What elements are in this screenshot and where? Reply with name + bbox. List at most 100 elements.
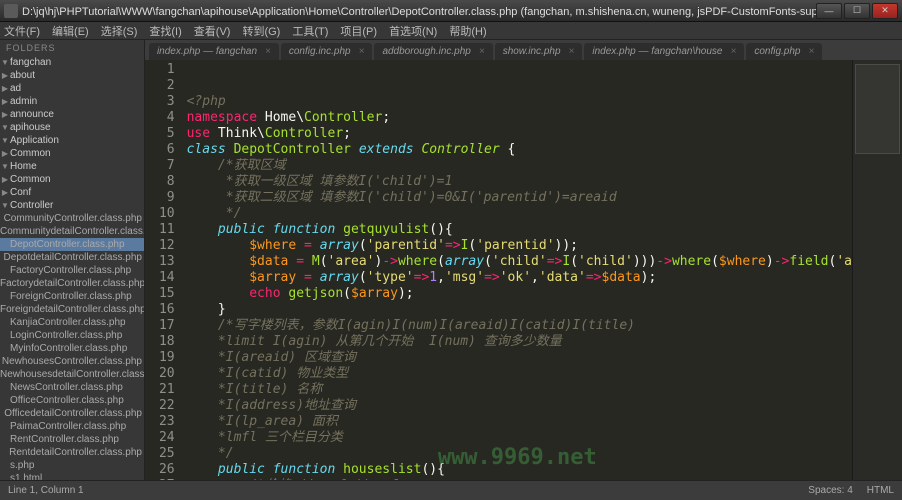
tab-close-icon[interactable]: × <box>730 46 736 57</box>
disclosure-arrow-icon[interactable]: ▼ <box>0 201 10 210</box>
editor-tab[interactable]: addborough.inc.php× <box>374 43 492 60</box>
disclosure-arrow-icon[interactable]: ▼ <box>0 123 10 132</box>
menu-item[interactable]: 查找(I) <box>149 23 181 39</box>
tree-file[interactable]: NewhousesController.class.php <box>0 355 144 368</box>
disclosure-arrow-icon[interactable]: ▼ <box>0 58 10 67</box>
menu-item[interactable]: 转到(G) <box>242 23 280 39</box>
status-spaces[interactable]: Spaces: 4 <box>808 485 852 496</box>
tree-file[interactable]: OfficeController.class.php <box>0 394 144 407</box>
tree-file[interactable]: DepotController.class.php <box>0 238 144 251</box>
tree-file[interactable]: RentdetailController.class.php <box>0 446 144 459</box>
tab-close-icon[interactable]: × <box>265 46 271 57</box>
disclosure-arrow-icon[interactable]: ▶ <box>0 71 10 80</box>
tree-file[interactable]: LoginController.class.php <box>0 329 144 342</box>
code-line[interactable]: */ <box>187 446 852 462</box>
disclosure-arrow-icon[interactable]: ▶ <box>0 175 10 184</box>
code-line[interactable]: /*写字楼列表，参数I(agin)I(num)I(areaid)I(catid)… <box>187 318 852 334</box>
disclosure-arrow-icon[interactable]: ▶ <box>0 149 10 158</box>
code-line[interactable]: *获取二级区域 填参数I('child')=0&I('parentid')=ar… <box>187 190 852 206</box>
close-button[interactable]: ✕ <box>872 3 898 19</box>
code-line[interactable]: use Think\Controller; <box>187 126 852 142</box>
code-line[interactable]: *获取一级区域 填参数I('child')=1 <box>187 174 852 190</box>
tree-folder[interactable]: ▼apihouse <box>0 121 144 134</box>
disclosure-arrow-icon[interactable]: ▶ <box>0 84 10 93</box>
minimap[interactable] <box>852 60 902 480</box>
menu-item[interactable]: 选择(S) <box>101 23 138 39</box>
tree-file[interactable]: ForeignController.class.php <box>0 290 144 303</box>
tree-folder[interactable]: ▼fangchan <box>0 56 144 69</box>
tree-file[interactable]: s.php <box>0 459 144 472</box>
tree-file[interactable]: NewhousesdetailController.class.php <box>0 368 144 381</box>
code-line[interactable]: *I(address)地址查询 <box>187 398 852 414</box>
menu-item[interactable]: 首选项(N) <box>389 23 437 39</box>
code-line[interactable]: /*价格 jiagef jiagel <box>187 478 852 480</box>
tab-close-icon[interactable]: × <box>479 46 485 57</box>
maximize-button[interactable]: ☐ <box>844 3 870 19</box>
code-line[interactable]: public function houseslist(){ <box>187 462 852 478</box>
tab-close-icon[interactable]: × <box>359 46 365 57</box>
tree-file[interactable]: PaimaController.class.php <box>0 420 144 433</box>
code-line[interactable]: echo getjson($array); <box>187 286 852 302</box>
editor-tab[interactable]: config.php× <box>746 43 822 60</box>
code-line[interactable]: <?php <box>187 94 852 110</box>
menu-item[interactable]: 工具(T) <box>292 23 328 39</box>
tree-file[interactable]: RentController.class.php <box>0 433 144 446</box>
tree-folder[interactable]: ▼Controller <box>0 199 144 212</box>
code-line[interactable]: *I(title) 名称 <box>187 382 852 398</box>
code-line[interactable]: $where = array('parentid'=>I('parentid')… <box>187 238 852 254</box>
menu-item[interactable]: 查看(V) <box>194 23 231 39</box>
tree-file[interactable]: CommunityController.class.php <box>0 212 144 225</box>
tree-file[interactable]: DepotdetailController.class.php <box>0 251 144 264</box>
tab-close-icon[interactable]: × <box>808 46 814 57</box>
editor-tab[interactable]: index.php — fangchan\house× <box>584 43 744 60</box>
tree-folder[interactable]: ▶about <box>0 69 144 82</box>
status-lang[interactable]: HTML <box>867 485 894 496</box>
tree-folder[interactable]: ▶announce <box>0 108 144 121</box>
menu-item[interactable]: 项目(P) <box>340 23 377 39</box>
code-line[interactable]: public function getquyulist(){ <box>187 222 852 238</box>
code-line[interactable]: *I(areaid) 区域查询 <box>187 350 852 366</box>
tree-file[interactable]: OfficedetailController.class.php <box>0 407 144 420</box>
tree-file[interactable]: CommunitydetailController.class.php <box>0 225 144 238</box>
tree-file[interactable]: FactorydetailController.class.php <box>0 277 144 290</box>
tree-file[interactable]: s1.html <box>0 472 144 480</box>
code-line[interactable]: *I(catid) 物业类型 <box>187 366 852 382</box>
status-position[interactable]: Line 1, Column 1 <box>8 485 84 496</box>
tree-folder[interactable]: ▼Home <box>0 160 144 173</box>
menu-item[interactable]: 帮助(H) <box>449 23 486 39</box>
menu-item[interactable]: 编辑(E) <box>52 23 89 39</box>
tree-folder[interactable]: ▶admin <box>0 95 144 108</box>
code-lines[interactable]: <?phpnamespace Home\Controller;use Think… <box>183 60 852 480</box>
code-line[interactable]: $data = M('area')->where(array('child'=>… <box>187 254 852 270</box>
minimize-button[interactable]: — <box>816 3 842 19</box>
tree-folder[interactable]: ▶Common <box>0 147 144 160</box>
tree-file[interactable]: NewsController.class.php <box>0 381 144 394</box>
tree-file[interactable]: KanjiaController.class.php <box>0 316 144 329</box>
code-line[interactable]: *lmfl 三个栏目分类 <box>187 430 852 446</box>
tree-folder[interactable]: ▼Application <box>0 134 144 147</box>
tab-close-icon[interactable]: × <box>569 46 575 57</box>
editor-tab[interactable]: index.php — fangchan× <box>149 43 279 60</box>
minimap-viewport[interactable] <box>855 64 900 154</box>
tree-file[interactable]: ForeigndetailController.class.php <box>0 303 144 316</box>
disclosure-arrow-icon[interactable]: ▼ <box>0 162 10 171</box>
tree-folder[interactable]: ▶Common <box>0 173 144 186</box>
tree-folder[interactable]: ▶ad <box>0 82 144 95</box>
code-line[interactable]: */ <box>187 206 852 222</box>
code-line[interactable]: } <box>187 302 852 318</box>
tree-folder[interactable]: ▶Conf <box>0 186 144 199</box>
code-line[interactable]: *I(lp_area) 面积 <box>187 414 852 430</box>
code-line[interactable]: $array = array('type'=>1,'msg'=>'ok','da… <box>187 270 852 286</box>
code-view[interactable]: 1234567891011121314151617181920212223242… <box>145 60 902 480</box>
disclosure-arrow-icon[interactable]: ▶ <box>0 188 10 197</box>
disclosure-arrow-icon[interactable]: ▶ <box>0 97 10 106</box>
disclosure-arrow-icon[interactable]: ▶ <box>0 110 10 119</box>
code-line[interactable]: /*获取区域 <box>187 158 852 174</box>
disclosure-arrow-icon[interactable]: ▼ <box>0 136 10 145</box>
tree-file[interactable]: FactoryController.class.php <box>0 264 144 277</box>
menu-item[interactable]: 文件(F) <box>4 23 40 39</box>
tree-file[interactable]: MyinfoController.class.php <box>0 342 144 355</box>
code-line[interactable]: *limit I(agin) 从第几个开始 I(num) 查询多少数量 <box>187 334 852 350</box>
editor-tab[interactable]: show.inc.php× <box>495 43 583 60</box>
code-line[interactable]: class DepotController extends Controller… <box>187 142 852 158</box>
